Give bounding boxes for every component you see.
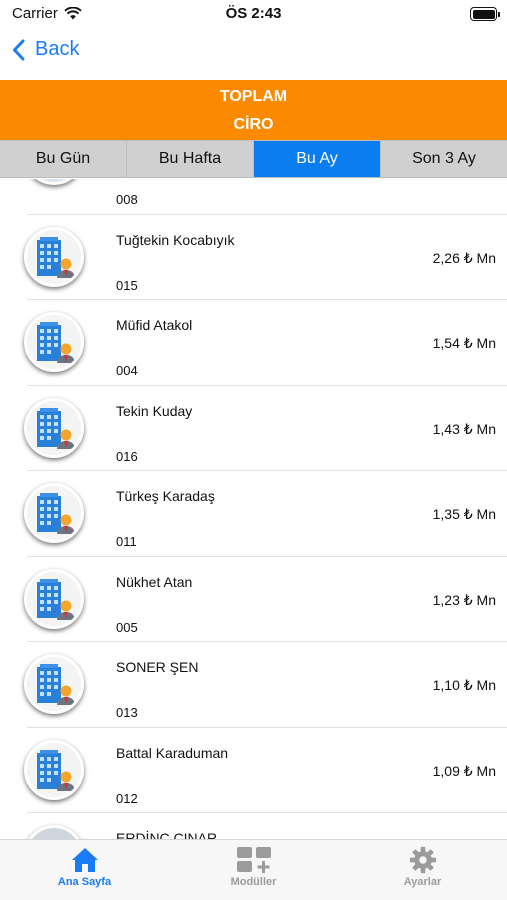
row-amount: 1,43 ₺ Mn [432,420,496,437]
segment-this-month[interactable]: Bu Ay [254,141,381,177]
navigation-bar: Back [0,28,507,80]
row-name: Battal Karaduman [116,744,229,761]
header-title-line2: CİRO [233,116,274,133]
row-code: 008 [116,192,138,207]
list-item[interactable]: ERDİNÇ ÇINAR [0,813,507,839]
segment-this-week[interactable]: Bu Hafta [127,141,254,177]
row-name: SONER ŞEN [116,659,199,675]
list-item[interactable]: Türkeş Karadaş 1,35 ₺ Mn 011 [0,471,507,557]
company-building-icon [37,664,75,705]
modules-icon [236,847,271,873]
row-amount: 1,35 ₺ Mn [432,506,496,522]
list-item[interactable]: Müfid Atakol 1,54 ₺ Mn 004 [0,300,507,386]
row-amount: 1,54 ₺ Mn [432,335,496,351]
home-icon [71,848,98,872]
avatar [24,312,84,372]
tab-modules[interactable]: Modüller [169,840,338,900]
row-amount: 2,26 ₺ Mn [432,249,496,266]
list-item[interactable]: 008 [0,179,507,215]
header-title-line1: TOPLAM [219,88,288,105]
battery-icon [470,7,500,21]
avatar [24,397,84,458]
segment-today[interactable]: Bu Gün [0,141,127,177]
row-code: 011 [116,534,137,549]
company-building-icon [37,493,75,534]
status-time: ÖS 2:43 [225,5,282,22]
company-building-icon [37,236,75,278]
segment-last-3-months[interactable]: Son 3 Ay [381,141,507,177]
avatar [24,654,84,714]
tab-settings-label: Ayarlar [403,876,442,888]
list-item[interactable]: Tekin Kuday 1,43 ₺ Mn 016 [0,386,507,471]
period-segmented-control: Bu Gün Bu Hafta Bu Ay Son 3 Ay [0,140,507,178]
avatar [24,179,84,185]
list-item[interactable]: SONER ŞEN 1,10 ₺ Mn 013 [0,642,507,728]
avatar [24,483,84,543]
gear-icon [409,846,436,874]
tab-modules-label: Modüller [230,876,277,888]
list-item[interactable]: Battal Karaduman 1,09 ₺ Mn 012 [0,728,507,813]
row-name: Nükhet Atan [116,573,193,590]
status-bar: Carrier ÖS 2:43 [0,0,507,28]
company-building-icon [37,578,75,620]
row-code: 012 [116,790,138,806]
avatar [24,825,84,839]
row-code: 005 [116,619,138,635]
chevron-left-icon [13,39,25,60]
row-code: 015 [116,277,138,293]
tab-settings[interactable]: Ayarlar [338,840,507,900]
avatar [24,739,84,800]
row-code: 013 [116,705,138,720]
company-building-icon [37,322,75,363]
avatar [24,568,84,629]
tab-home[interactable]: Ana Sayfa [0,840,169,900]
bottom-tab-bar: Ana Sayfa Modüller Ayarlar [0,839,507,900]
row-amount: 1,10 ₺ Mn [432,677,496,693]
back-button[interactable]: Back [12,38,79,61]
back-label: Back [35,38,80,60]
revenue-list[interactable]: 008 Tuğtekin Kocabıyık 2,26 ₺ Mn 015 Müf… [0,179,507,839]
row-name: Tekin Kuday [116,402,193,419]
row-amount: 1,09 ₺ Mn [432,762,496,779]
company-building-icon [37,749,75,791]
tab-home-label: Ana Sayfa [57,876,112,888]
row-name: Türkeş Karadaş [116,488,215,504]
row-amount: 1,23 ₺ Mn [432,591,496,608]
list-item[interactable]: Tuğtekin Kocabıyık 2,26 ₺ Mn 015 [0,215,507,300]
company-building-icon [37,407,75,449]
total-revenue-header: TOPLAM CİRO [0,80,507,140]
row-code: 016 [116,448,138,464]
row-code: 004 [116,363,138,378]
row-name: Müfid Atakol [116,317,193,333]
avatar [24,226,84,287]
list-item[interactable]: Nükhet Atan 1,23 ₺ Mn 005 [0,557,507,642]
row-name: Tuğtekin Kocabıyık [116,231,235,248]
row-name: ERDİNÇ ÇINAR [116,830,218,839]
